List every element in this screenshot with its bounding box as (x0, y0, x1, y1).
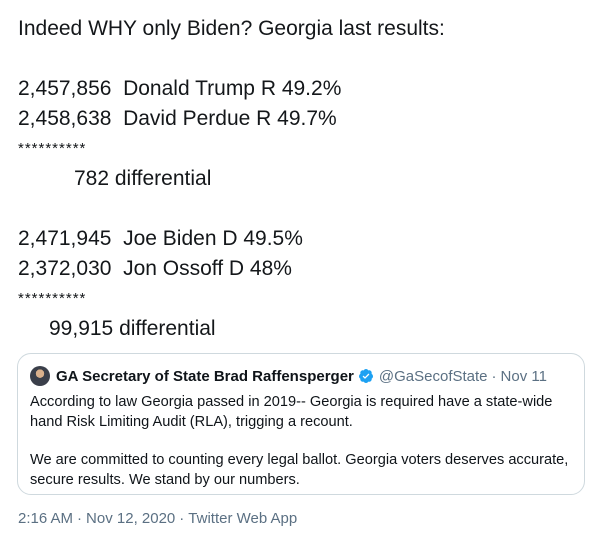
verified-badge-icon (358, 368, 374, 384)
quoted-tweet-header: GA Secretary of State Brad Raffensperger… (30, 366, 572, 386)
quoted-tweet-body: According to law Georgia passed in 2019-… (30, 393, 572, 490)
tweet-metadata: 2:16 AM · Nov 12, 2020 · Twitter Web App (18, 510, 297, 527)
tweet-differential-1: 782 differential (74, 167, 212, 190)
quoted-paragraph-2: We are committed to counting every legal… (30, 452, 569, 488)
tweet-source[interactable]: Twitter Web App (188, 510, 297, 527)
tweet-line-biden: 2,471,945 Joe Biden D 49.5% (18, 227, 303, 250)
tweet-line-trump: 2,457,856 Donald Trump R 49.2% (18, 77, 342, 100)
tweet-time[interactable]: 2:16 AM (18, 510, 73, 527)
quoted-author-name[interactable]: GA Secretary of State Brad Raffensperger (56, 368, 354, 385)
tweet-line-ossoff: 2,372,030 Jon Ossoff D 48% (18, 257, 292, 280)
tweet-line-perdue: 2,458,638 David Perdue R 49.7% (18, 107, 337, 130)
quoted-paragraph-1: According to law Georgia passed in 2019-… (30, 394, 553, 430)
tweet-stars-2: ********** (18, 290, 87, 307)
separator-dot: · (491, 367, 497, 385)
avatar[interactable] (30, 366, 50, 386)
separator-dot: · (77, 510, 83, 527)
tweet-text: Indeed WHY only Biden? Georgia last resu… (18, 14, 588, 344)
quoted-author-handle[interactable]: @GaSecofState (379, 368, 488, 385)
quoted-tweet-date[interactable]: Nov 11 (501, 368, 547, 385)
tweet-line-intro: Indeed WHY only Biden? Georgia last resu… (18, 17, 445, 40)
tweet-stars-1: ********** (18, 140, 87, 157)
quoted-tweet-card[interactable]: GA Secretary of State Brad Raffensperger… (17, 353, 585, 495)
separator-dot: · (179, 510, 185, 527)
tweet-date[interactable]: Nov 12, 2020 (86, 510, 175, 527)
tweet-differential-2: 99,915 differential (49, 317, 216, 340)
